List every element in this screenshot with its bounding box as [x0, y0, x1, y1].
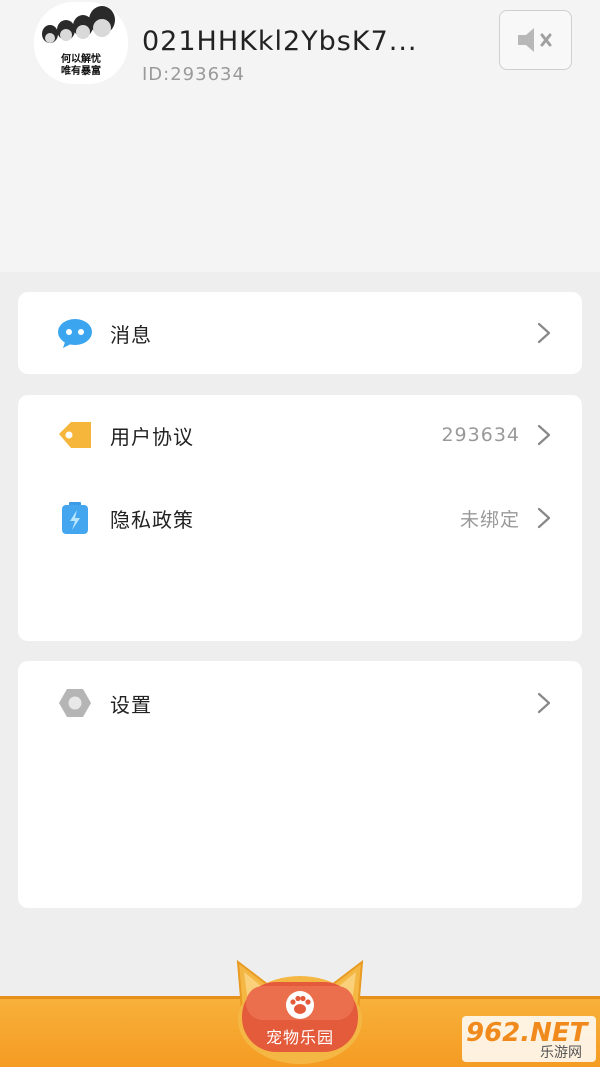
menu-item-agreement-value: 293634	[441, 424, 520, 446]
hexagon-gear-icon	[56, 684, 94, 722]
menu-item-settings[interactable]: 设置	[18, 673, 582, 733]
tab-pet-park[interactable]: 宠物乐园	[236, 958, 364, 1067]
menu-item-privacy[interactable]: 隐私政策 未绑定	[18, 488, 582, 548]
menu-card-settings: 设置	[18, 661, 582, 908]
message-bubble-icon	[56, 314, 94, 352]
menu-item-privacy-label: 隐私政策	[110, 507, 194, 532]
menu-item-message-label: 消息	[110, 322, 152, 347]
tag-icon	[56, 416, 94, 454]
speaker-muted-icon	[517, 28, 551, 52]
avatar-caption-line2: 唯有暴富	[61, 66, 101, 77]
chevron-right-icon	[536, 322, 552, 344]
menu-item-privacy-value: 未绑定	[459, 508, 520, 531]
avatar[interactable]: 何以解忧 唯有暴富	[34, 2, 128, 84]
menu-item-message[interactable]: 消息	[18, 303, 582, 363]
paw-icon	[286, 991, 314, 1019]
menu-item-agreement[interactable]: 用户协议 293634	[18, 405, 582, 465]
battery-icon	[56, 499, 94, 537]
username: 021HHKkl2YbsK7...	[142, 26, 418, 57]
watermark: 962.NET 乐游网	[462, 1016, 596, 1062]
tab-pet-park-label: 宠物乐园	[265, 1028, 334, 1047]
avatar-caption-line1: 何以解忧	[61, 54, 101, 65]
menu-card-messages: 消息	[18, 292, 582, 374]
menu-item-agreement-label: 用户协议	[110, 424, 194, 449]
chevron-right-icon	[536, 692, 552, 714]
chevron-right-icon	[536, 424, 552, 446]
mute-button[interactable]	[499, 10, 572, 70]
menu-card-legal: 用户协议 293634 隐私政策 未绑定	[18, 395, 582, 641]
watermark-sub: 乐游网	[540, 1045, 582, 1061]
chevron-right-icon	[536, 507, 552, 529]
menu-item-settings-label: 设置	[110, 692, 152, 717]
user-id: ID:293634	[142, 64, 245, 85]
